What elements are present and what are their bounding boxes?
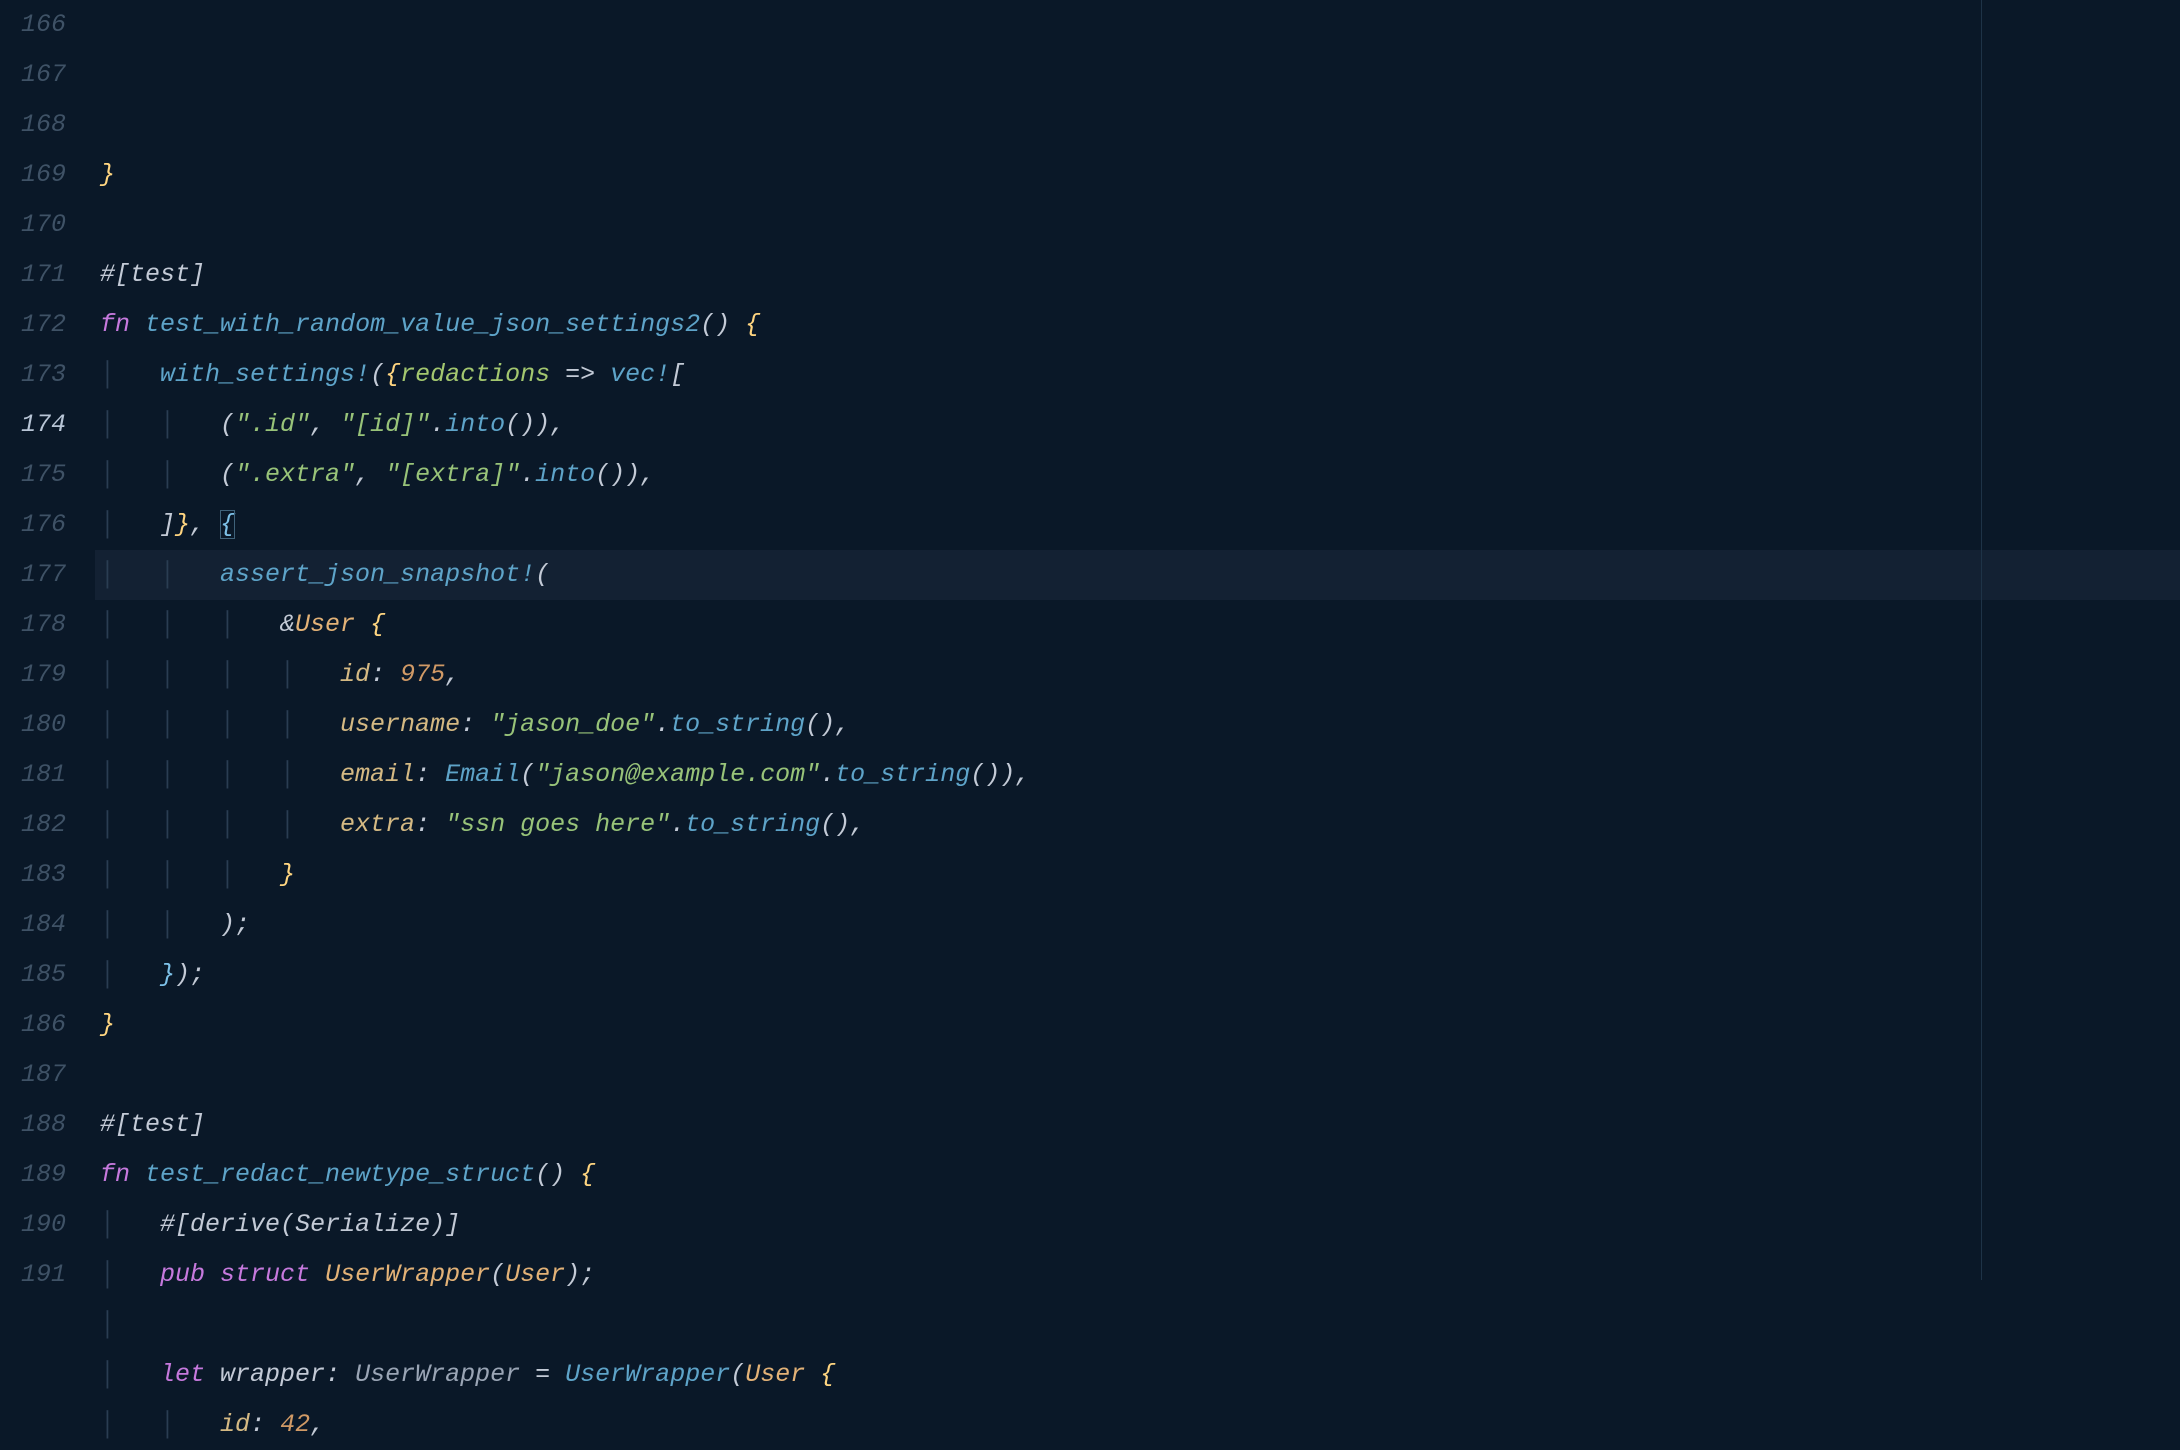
line-number: 170	[0, 200, 66, 250]
line-number: 177	[0, 550, 66, 600]
code-line[interactable]: │ │ │ │ extra: "ssn goes here".to_string…	[100, 800, 2180, 850]
code-line[interactable]: │ │ );	[100, 900, 2180, 950]
line-number: 185	[0, 950, 66, 1000]
line-number: 167	[0, 50, 66, 100]
code-line[interactable]: │ │ (".id", "[id]".into()),	[100, 400, 2180, 450]
code-line[interactable]	[100, 1050, 2180, 1100]
code-editor[interactable]: 1661671681691701711721731741751761771781…	[0, 0, 2180, 1280]
line-number: 180	[0, 700, 66, 750]
code-line[interactable]: │ ]}, {	[100, 500, 2180, 550]
line-number: 175	[0, 450, 66, 500]
line-number: 183	[0, 850, 66, 900]
line-number: 184	[0, 900, 66, 950]
code-line[interactable]	[100, 200, 2180, 250]
line-number: 191	[0, 1250, 66, 1300]
code-line[interactable]: }	[100, 1000, 2180, 1050]
line-number: 174	[0, 400, 66, 450]
line-number: 176	[0, 500, 66, 550]
line-number: 178	[0, 600, 66, 650]
code-line[interactable]: │ │ │ │ id: 975,	[100, 650, 2180, 700]
code-line[interactable]: │ │ id: 42,	[100, 1400, 2180, 1450]
line-number: 168	[0, 100, 66, 150]
code-line[interactable]: │ │ │ }	[100, 850, 2180, 900]
line-number: 188	[0, 1100, 66, 1150]
code-line[interactable]: fn test_with_random_value_json_settings2…	[100, 300, 2180, 350]
line-number: 187	[0, 1050, 66, 1100]
line-number: 172	[0, 300, 66, 350]
code-line[interactable]: fn test_redact_newtype_struct() {	[100, 1150, 2180, 1200]
code-line[interactable]: #[test]	[100, 250, 2180, 300]
code-area[interactable]: }#[test]fn test_with_random_value_json_s…	[100, 0, 2180, 1280]
line-number: 189	[0, 1150, 66, 1200]
code-line[interactable]: │ });	[100, 950, 2180, 1000]
line-number-gutter: 1661671681691701711721731741751761771781…	[0, 0, 100, 1280]
code-line[interactable]: │ │ │ &User {	[100, 600, 2180, 650]
code-line[interactable]: │ │ (".extra", "[extra]".into()),	[100, 450, 2180, 500]
line-number: 173	[0, 350, 66, 400]
code-line[interactable]: #[test]	[100, 1100, 2180, 1150]
line-number: 179	[0, 650, 66, 700]
code-line[interactable]: │ let wrapper: UserWrapper = UserWrapper…	[100, 1350, 2180, 1400]
line-number: 181	[0, 750, 66, 800]
line-number: 186	[0, 1000, 66, 1050]
line-number: 171	[0, 250, 66, 300]
code-line[interactable]: │	[100, 1300, 2180, 1350]
line-number: 166	[0, 0, 66, 50]
line-number: 182	[0, 800, 66, 850]
code-line[interactable]: │ │ assert_json_snapshot!(	[95, 550, 2180, 600]
code-line[interactable]: │ pub struct UserWrapper(User);	[100, 1250, 2180, 1300]
code-line[interactable]: │ │ │ │ username: "jason_doe".to_string(…	[100, 700, 2180, 750]
line-number: 190	[0, 1200, 66, 1250]
code-line[interactable]: │ with_settings!({redactions => vec![	[100, 350, 2180, 400]
code-line[interactable]: │ │ │ │ email: Email("jason@example.com"…	[100, 750, 2180, 800]
line-number: 169	[0, 150, 66, 200]
code-line[interactable]: }	[100, 150, 2180, 200]
code-line[interactable]: │ #[derive(Serialize)]	[100, 1200, 2180, 1250]
